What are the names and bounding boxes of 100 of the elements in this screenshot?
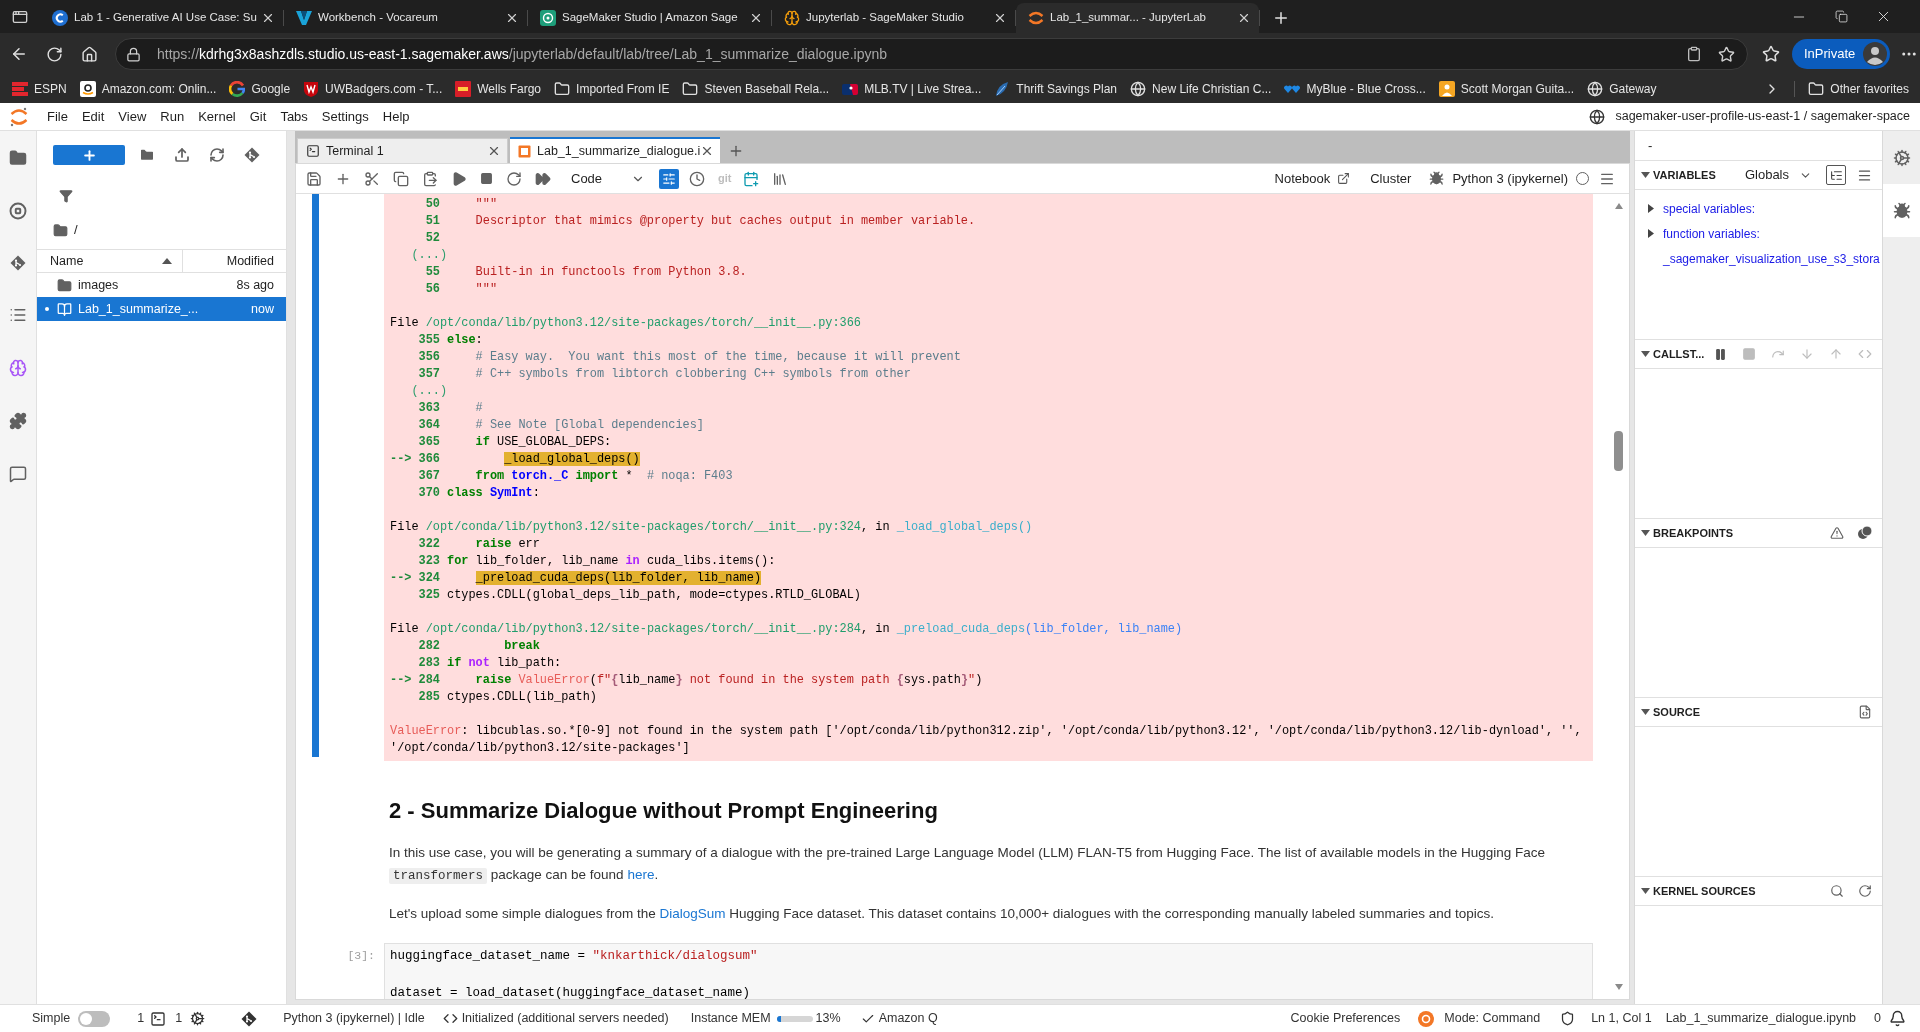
menu-item[interactable]: Settings <box>314 104 376 129</box>
refresh-icon[interactable] <box>1858 884 1872 898</box>
cluster-button[interactable]: Cluster <box>1370 168 1412 189</box>
bell-icon[interactable] <box>1889 1010 1906 1027</box>
filter-icon[interactable] <box>59 189 73 203</box>
lock-icon[interactable] <box>126 46 141 62</box>
menu-item[interactable]: Kernel <box>191 104 243 129</box>
bookmark[interactable]: Imported From IE <box>551 77 673 101</box>
reload-icon[interactable] <box>46 45 63 63</box>
play-icon[interactable] <box>451 170 467 187</box>
variable-item[interactable]: _sagemaker_visualization_use_s3_stora <box>1663 249 1880 268</box>
simple-mode-switch[interactable] <box>78 1010 111 1027</box>
restart-icon[interactable] <box>506 170 522 187</box>
section-header[interactable]: KERNEL SOURCES <box>1635 876 1882 906</box>
brain-icon[interactable] <box>9 359 27 377</box>
caret-down-icon[interactable] <box>1641 530 1650 536</box>
close-icon[interactable] <box>505 11 519 25</box>
profile-button[interactable]: InPrivate <box>1792 39 1891 69</box>
close-icon[interactable] <box>1237 11 1251 25</box>
save-icon[interactable] <box>306 170 322 187</box>
bookmark[interactable]: Scott Morgan Guita... <box>1435 77 1578 101</box>
bookmark[interactable]: MyBlue - Blue Cross... <box>1281 77 1429 101</box>
file-row[interactable]: images 8s ago <box>37 273 286 297</box>
bookmark[interactable]: Amazon.com: Onlin... <box>76 77 220 101</box>
caret-down-icon[interactable] <box>1641 888 1650 894</box>
sidebar-tab[interactable] <box>1883 184 1920 237</box>
caret-down-icon[interactable] <box>1641 709 1650 715</box>
cookie-preferences-link[interactable]: Cookie Preferences <box>1290 1009 1401 1028</box>
caret-down-icon[interactable] <box>1641 172 1650 178</box>
file-code-icon[interactable] <box>1858 705 1872 719</box>
upload-icon[interactable] <box>174 147 190 163</box>
puzzle-icon[interactable] <box>9 412 27 430</box>
home-icon[interactable] <box>81 45 98 63</box>
new-button[interactable] <box>53 145 125 165</box>
caret-down-icon[interactable] <box>1641 351 1650 357</box>
menu-item[interactable]: Run <box>153 104 192 129</box>
expand-caret-icon[interactable] <box>1648 204 1654 213</box>
new-tab-icon[interactable] <box>1272 9 1290 27</box>
bookmark[interactable]: Wells Fargo <box>452 77 545 101</box>
file-row[interactable]: Lab_1_summarize_... now <box>37 297 286 321</box>
close-icon[interactable] <box>487 144 501 158</box>
back-icon[interactable] <box>10 45 28 63</box>
chat-icon[interactable] <box>9 465 27 483</box>
expand-caret-icon[interactable] <box>1648 229 1654 238</box>
stop-circle-icon[interactable] <box>9 202 27 220</box>
cut-icon[interactable] <box>364 170 380 187</box>
stop-icon[interactable] <box>480 172 493 185</box>
bookmark[interactable]: ESPN <box>9 77 70 101</box>
bookmark[interactable]: Gateway <box>1584 77 1660 101</box>
search-icon[interactable] <box>1830 884 1844 898</box>
menu-item[interactable]: View <box>111 104 154 129</box>
bookmark[interactable]: UWBadgers.com - T... <box>300 77 446 101</box>
bookmark[interactable]: MLB.TV | Live Strea... <box>839 77 985 101</box>
star-icon[interactable] <box>1718 45 1735 63</box>
link[interactable]: DialogSum <box>659 906 726 921</box>
section-header[interactable]: CALLST... <box>1635 339 1882 369</box>
document-tab[interactable]: Lab_1_summarize_dialogue.i <box>510 137 720 163</box>
clipboard-icon[interactable] <box>1686 46 1702 62</box>
scroll-down-icon[interactable] <box>1615 984 1623 990</box>
browser-tab[interactable]: Lab 1 - Generative AI Use Case: Su <box>40 3 283 33</box>
bookmark[interactable]: New Life Christian C... <box>1127 77 1275 101</box>
kernel-status[interactable]: Python 3 (ipykernel) | Idle <box>283 1009 425 1028</box>
folder-icon[interactable] <box>9 149 27 167</box>
fast-forward-icon[interactable] <box>535 170 551 187</box>
terminal-icon[interactable] <box>150 1010 167 1027</box>
kernel-button[interactable]: Python 3 (ipykernel) <box>1452 168 1568 189</box>
pause-icon[interactable] <box>1714 347 1727 361</box>
copy-icon[interactable] <box>393 170 409 187</box>
bookmark[interactable]: Thrift Savings Plan <box>991 77 1121 101</box>
calendar-plus-icon[interactable] <box>743 170 760 187</box>
browser-tab[interactable]: Workbench - Vocareum <box>284 3 527 33</box>
bookmark[interactable]: Other favorites <box>1805 77 1912 101</box>
section-header[interactable]: BREAKPOINTS <box>1635 518 1882 548</box>
diamond-icon[interactable] <box>241 1010 258 1027</box>
column-header[interactable]: Name <box>37 250 183 272</box>
sort-up-icon[interactable] <box>162 258 172 264</box>
address-bar[interactable]: https://kdrhg3x8ashzdls.studio.us-east-1.sagemaker.aws/jupyterlab/default/lab/tree/Lab_1_summarize_dialogue.ipynb <box>115 38 1748 70</box>
breadcrumb[interactable]: / <box>74 220 78 240</box>
close-icon[interactable] <box>993 11 1007 25</box>
star-icon[interactable] <box>1762 45 1780 63</box>
list-view-icon[interactable] <box>1857 167 1872 183</box>
menu-item[interactable]: Edit <box>74 104 112 129</box>
cell-type-select[interactable]: Code <box>565 167 651 190</box>
clock-icon[interactable] <box>689 170 705 187</box>
list-icon[interactable] <box>9 306 27 324</box>
bookmark[interactable]: Steven Baseball Rela... <box>679 77 833 101</box>
toggle-button[interactable] <box>659 168 679 189</box>
refresh-icon[interactable] <box>209 147 225 163</box>
diamond-icon[interactable] <box>10 255 26 271</box>
new-folder-icon[interactable] <box>139 147 155 163</box>
books-icon[interactable] <box>772 170 789 187</box>
menu-item[interactable]: File <box>40 104 75 129</box>
close-icon[interactable] <box>700 144 714 158</box>
close-icon[interactable] <box>261 11 275 25</box>
column-header[interactable]: Modified <box>183 250 286 272</box>
scrollbar-thumb[interactable] <box>1614 431 1623 471</box>
menu-item[interactable]: Tabs <box>273 104 315 129</box>
browser-tab[interactable]: Lab_1_summar... - JupyterLab <box>1016 3 1259 33</box>
scroll-up-icon[interactable] <box>1615 203 1623 209</box>
shield-icon[interactable] <box>1560 1011 1576 1026</box>
